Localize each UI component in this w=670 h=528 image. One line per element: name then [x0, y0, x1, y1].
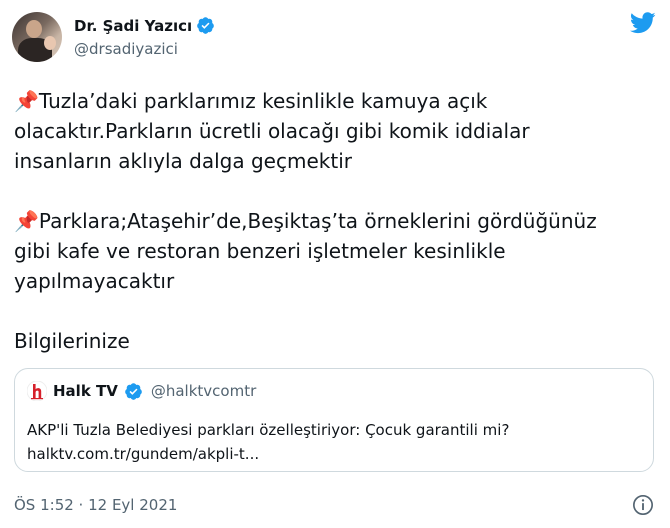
tweet-body: 📌Tuzla’daki parklarımız kesinlikle kamuy…	[14, 86, 660, 356]
tweet-paragraph-3: Bilgilerinize	[14, 329, 130, 353]
pushpin-icon: 📌	[14, 89, 39, 113]
quoted-tweet-card[interactable]: Halk TV @halktvcomtr AKP'li Tuzla Beledi…	[14, 368, 654, 472]
quoted-author-row: Halk TV @halktvcomtr	[27, 381, 256, 401]
author-handle[interactable]: @drsadiyazici	[74, 40, 178, 58]
halktv-logo-icon	[27, 381, 47, 401]
info-icon[interactable]	[632, 494, 654, 516]
quoted-display-name: Halk TV	[53, 382, 118, 400]
quoted-handle: @halktvcomtr	[150, 382, 257, 400]
quoted-text: AKP'li Tuzla Belediyesi parkları özelleş…	[27, 421, 510, 439]
author-name-row: Dr. Şadi Yazıcı	[74, 16, 215, 35]
tweet-paragraph-2: Parklara;Ataşehir’de,Beşiktaş’ta örnekle…	[14, 209, 597, 293]
author-display-name[interactable]: Dr. Şadi Yazıcı	[74, 17, 192, 35]
tweet-paragraph-1: Tuzla’daki parklarımız kesinlikle kamuya…	[14, 89, 530, 173]
verified-badge-icon	[197, 17, 214, 34]
quoted-link[interactable]: halktv.com.tr/gundem/akpli-t...	[27, 445, 259, 463]
twitter-bird-icon[interactable]	[630, 12, 656, 34]
verified-badge-icon	[125, 382, 142, 400]
tweet-timestamp[interactable]: ÖS 1:52 · 12 Eyl 2021	[14, 496, 177, 514]
avatar[interactable]	[12, 12, 62, 62]
pushpin-icon: 📌	[14, 209, 39, 233]
